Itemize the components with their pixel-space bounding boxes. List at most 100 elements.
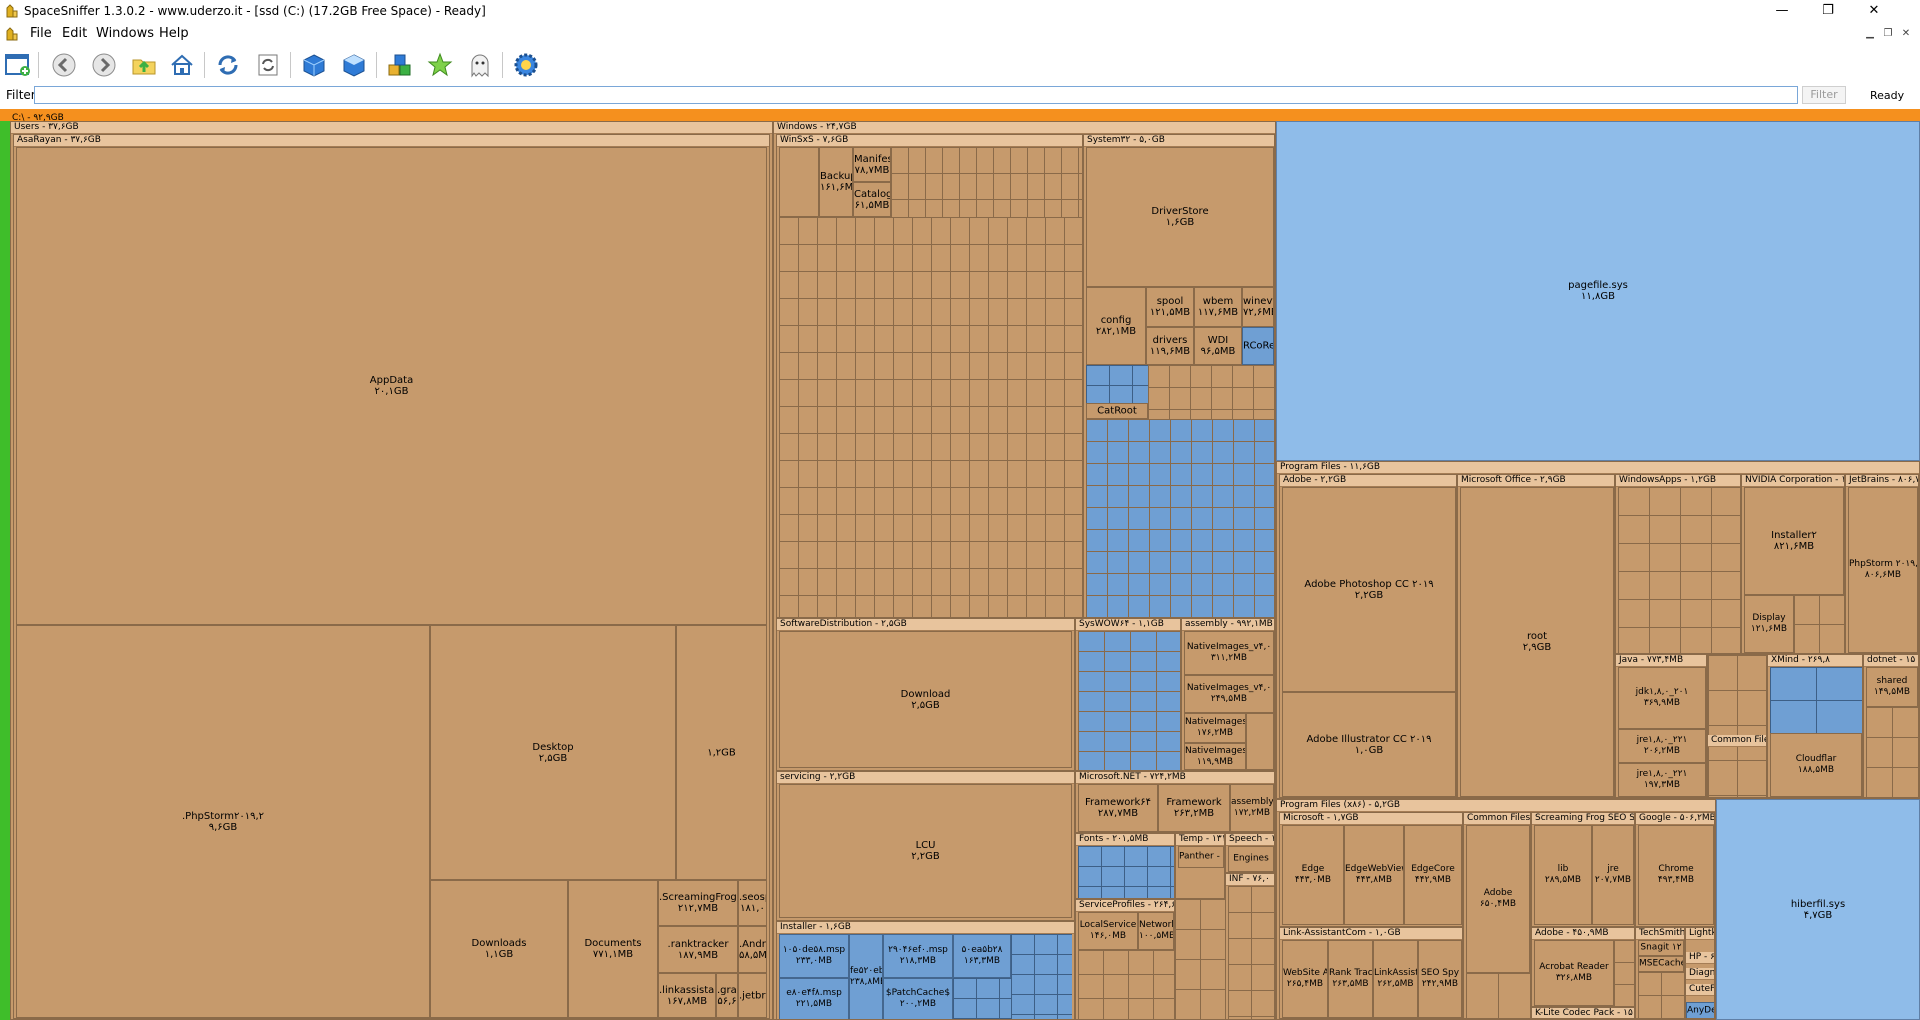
inf-files-grid[interactable] — [1228, 886, 1274, 1019]
folder-websiteauditor[interactable]: WebSite A ۲۶۵,۴MB — [1282, 940, 1328, 1018]
folder-xmind-common[interactable]: Common Files — [1707, 654, 1767, 798]
restore-button[interactable]: ❐ — [1805, 0, 1851, 22]
folder-nativeimages-1[interactable]: NativeImages_v۴,۰ ۳۱۱,۲MB — [1184, 631, 1274, 675]
folder-download[interactable]: Download ۲,۵GB — [779, 631, 1072, 768]
folder-spool[interactable]: spool ۱۲۱,۵MB — [1146, 287, 1194, 327]
techsmith-grid[interactable] — [1638, 972, 1684, 1018]
folder-shared[interactable]: shared ۱۴۹,۵MB — [1866, 667, 1918, 707]
winsxs-component-grid-top[interactable] — [891, 147, 1082, 217]
folder-android[interactable]: .Androi۵۸,۵MB — [738, 926, 767, 973]
folder-nvidia[interactable]: NVIDIA Corporation - ۱ Installer۲ ۸۲۱,۶MB… — [1741, 474, 1845, 654]
folder-anydesk[interactable]: AnyDe — [1686, 1002, 1714, 1018]
folder-grad[interactable]: .grad۵۶,۶ — [716, 973, 738, 1018]
folder-speech[interactable]: Speech - ۱ Engines — [1225, 833, 1275, 873]
installer-files-grid-b[interactable] — [953, 978, 1011, 1019]
folder-google[interactable]: Google - ۵۰۶,۲MB Chrome ۴۹۳,۴MB — [1635, 812, 1715, 927]
folder-winsxs[interactable]: WinSxS - ۷,۶GB Backup۱۶۱,۶MB Manifests۷۸… — [776, 134, 1083, 618]
folder-appdata[interactable]: AppData ۲۰,۱GB — [16, 147, 767, 625]
folder-microsoft-office[interactable]: Microsoft Office - ۲,۹GB root ۲,۹GB — [1457, 474, 1615, 798]
folder-asarayan[interactable]: AsaRayan - ۳۷,۶GB AppData ۲۰,۱GB .PhpStor… — [13, 134, 770, 1019]
folder-panther[interactable]: Panther - ۱ — [1178, 846, 1224, 868]
folder-backup[interactable]: Backup۱۶۱,۶MB — [819, 147, 853, 217]
folder-jetbrains-pf[interactable]: JetBrains - ۸۰۶,۷ PhpStorm ۲۰۱۹, ۸۰۶,۶MB — [1845, 474, 1919, 654]
folder-gac[interactable] — [1246, 713, 1274, 770]
file-pagefile[interactable]: pagefile.sys ۱۱,۸GB — [1276, 121, 1920, 461]
folder-temp[interactable]: Temp - ۱۳۱ Panther - ۱ — [1175, 833, 1225, 899]
menu-app-icon[interactable] — [4, 26, 20, 42]
folder-documents[interactable]: Documents ۷۷۱,۱MB — [568, 880, 658, 1018]
folder-program-files-x86[interactable]: Program Files (x۸۶) - ۵,۲GB Microsoft - … — [1276, 799, 1716, 1020]
folder-framework[interactable]: Framework ۲۶۳,۲MB — [1158, 784, 1230, 832]
folder-screamingfrog-x86[interactable]: Screaming Frog SEO Sp lib ۲۸۹,۵MB jre ۲۰۷,… — [1531, 812, 1635, 927]
syswow64-files-grid[interactable] — [1078, 631, 1180, 770]
folder-jetbrains[interactable]: .jetbrain — [738, 973, 767, 1018]
ghost-icon[interactable] — [464, 50, 496, 80]
system32-files-grid-c[interactable] — [1086, 419, 1274, 617]
folder-lib[interactable]: lib ۲۸۹,۵MB — [1534, 825, 1592, 925]
filter-input[interactable] — [34, 86, 1798, 104]
folder-seosp[interactable]: .seosp۱۸۱,۰ — [738, 880, 767, 926]
folder-adobe-common[interactable]: Adobe ۶۵۰,۴MB — [1466, 825, 1530, 973]
folder-illustrator[interactable]: Adobe Illustrator CC ۲۰۱۹ ۱,۰GB — [1282, 692, 1456, 797]
folder-fonts[interactable]: Fonts - ۲۰۱,۵MB — [1075, 833, 1175, 899]
folder-driverstore[interactable]: DriverStore ۱,۶GB — [1086, 147, 1274, 287]
folder-microsoft-x86[interactable]: Microsoft - ۱,۷GB Edge ۴۴۳,۰MB EdgeWebVie… — [1279, 812, 1463, 927]
commonfiles-grid[interactable] — [1466, 973, 1530, 1018]
folder-catroot[interactable]: CatRoot — [1086, 403, 1148, 419]
folder-patchcache[interactable]: $PatchCache$ ۲۰۰,۲MB — [883, 978, 953, 1019]
folder-cloudflare[interactable]: Cloudflar ۱۸۸,۵MB — [1770, 733, 1862, 797]
folder-system32[interactable]: System۳۲ - ۵,۰GB DriverStore ۱,۶GB config… — [1083, 134, 1275, 618]
folder-windowsapps[interactable]: WindowsApps - ۱,۲GB — [1615, 474, 1741, 654]
folder-nativeimages-3[interactable]: NativeImages ۱۷۶,۲MB — [1184, 713, 1246, 743]
folder-microsoft-net[interactable]: Microsoft.NET - ۷۲۴,۲MB Framework۶۴ ۲۸۷,۷… — [1075, 771, 1275, 833]
serviceprofiles-files-grid[interactable] — [1078, 950, 1174, 1019]
folder-linkassistantcom[interactable]: Link-AssistantCom - ۱,۰GB WebSite A ۲۶۵,۴… — [1279, 927, 1463, 1019]
folder-jre-1[interactable]: jre۱,۸,۰_۲۲۱ ۲۰۶,۲MB — [1618, 729, 1706, 763]
folder-linkassistant[interactable]: .linkassistant۱۶۷,۸MB — [658, 973, 716, 1018]
folder-phpstorm-pf[interactable]: PhpStorm ۲۰۱۹, ۸۰۶,۶MB — [1848, 487, 1918, 653]
folder-serviceprofiles[interactable]: ServiceProfiles - ۲۶۴,۶ LocalService ۱۴۶,… — [1075, 899, 1175, 1019]
nvidia-grid[interactable] — [1794, 595, 1844, 653]
folder-wdi[interactable]: WDI ۹۶,۵MB — [1194, 327, 1242, 365]
file-hiberfil[interactable]: hiberfil.sys ۴,۷GB — [1716, 799, 1920, 1020]
folder-wbem[interactable]: wbem ۱۱۷,۶MB — [1194, 287, 1242, 327]
mdi-close-button[interactable]: ✕ — [1898, 26, 1914, 42]
folder-rcore[interactable]: RCoRe — [1242, 327, 1274, 365]
folder-inf[interactable]: INF - ۷۶,۰ — [1225, 873, 1275, 1019]
fonts-files-grid[interactable] — [1078, 846, 1174, 898]
folder-installer2[interactable]: Installer۲ ۸۲۱,۶MB — [1744, 487, 1844, 595]
menu-windows[interactable]: Windows — [96, 26, 154, 41]
xmind-common-grid[interactable] — [1708, 655, 1766, 797]
file-installer-3[interactable]: ۵۰ea۵b۲۸ ۱۶۳,۳MB — [953, 934, 1011, 978]
folder-installer[interactable]: Installer - ۱,۶GB ۱۰۵۰de۵۸.msp ۲۳۳,۰MB fe… — [776, 921, 1075, 1019]
folder-manifests[interactable]: Manifests۷۸,۷MB — [853, 147, 891, 182]
folder-config[interactable]: config ۲۸۲,۱MB — [1086, 287, 1146, 365]
folder-up-icon[interactable] — [128, 50, 160, 80]
folder-adobe-x86[interactable]: Adobe - ۴۵۰,۹MB Acrobat Reader ۳۲۶,۸MB — [1531, 927, 1635, 1007]
folder-display[interactable]: Display ۱۲۱,۶MB — [1744, 595, 1794, 653]
folder-engines[interactable]: Engines — [1228, 846, 1274, 872]
installer-files-grid[interactable] — [1011, 934, 1072, 1019]
cube-outline-icon[interactable] — [338, 50, 370, 80]
folder-winevt[interactable]: winevt۷۲,۶MB — [1242, 287, 1274, 327]
folder-photoshop[interactable]: Adobe Photoshop CC ۲۰۱۹ ۲,۲GB — [1282, 487, 1456, 692]
folder-seospyglass[interactable]: SEO Spy ۲۴۲,۹MB — [1418, 940, 1462, 1018]
back-icon[interactable] — [48, 50, 80, 80]
folder-jdk[interactable]: jdk۱,۸,۰_۲۰۱ ۳۶۹,۹MB — [1618, 667, 1706, 729]
dotnet-grid[interactable] — [1866, 707, 1918, 797]
folder-localservice[interactable]: LocalService ۱۴۶,۰MB — [1078, 912, 1138, 950]
folder-nativeimages-4[interactable]: NativeImages ۱۱۹,۹MB — [1184, 743, 1246, 770]
folder-servicing[interactable]: servicing - ۲,۲GB LCU ۲,۲GB — [776, 771, 1075, 921]
refresh-icon[interactable] — [212, 50, 244, 80]
folder-techsmith[interactable]: TechSmith Snagit ۱۲ MSECache — [1635, 927, 1685, 1019]
minimize-button[interactable]: — — [1759, 0, 1805, 22]
refresh-list-icon[interactable] — [252, 50, 284, 80]
treemap[interactable]: C:\ - ۹۲,۹GB Users - ۳۷,۶GB AsaRayan - ۳… — [0, 109, 1920, 1020]
packages-icon[interactable] — [384, 50, 416, 80]
folder-misc-x86[interactable]: Lightkey HP - ۶۵ Diagno CuteFT AnyDe — [1685, 927, 1715, 1019]
folder-catalogs[interactable]: Catalogs۶۱,۵MB — [853, 182, 891, 217]
folder-msecache[interactable]: MSECache — [1638, 956, 1684, 972]
system32-files-grid-a[interactable] — [1086, 365, 1148, 403]
folder-windows[interactable]: Windows - ۲۴,۷GB WinSxS - ۷,۶GB Backup ۱۶… — [773, 121, 1276, 1020]
file-installer-4[interactable]: fe۵۲۰eb ۲۳۸,۸MB — [849, 934, 883, 1019]
